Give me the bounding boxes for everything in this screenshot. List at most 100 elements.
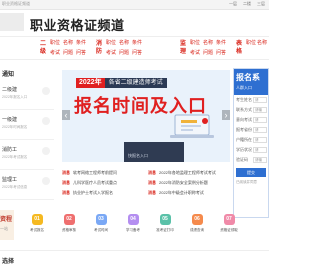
shortcut-admit-card[interactable]: 05 准考证打印 bbox=[153, 214, 177, 242]
news-title: 2022年消防安全案例分析题 bbox=[159, 180, 208, 185]
laptop-illustration-icon bbox=[170, 114, 214, 138]
shortcut-label: 资格审核 bbox=[62, 228, 76, 232]
news-item[interactable]: 消息 执业护士考试入学报名 bbox=[62, 190, 144, 196]
form-label: 报考省份 bbox=[236, 127, 252, 132]
news-item[interactable]: 消息 儿科学医疗人员考试重点 bbox=[62, 180, 144, 186]
news-title: 执业护士考试入学报名 bbox=[73, 190, 113, 195]
site-logo[interactable] bbox=[0, 13, 24, 31]
news-item[interactable]: 消息 2022年消防安全案例分析题 bbox=[148, 180, 230, 186]
signup-form-panel: 报名系 人群入口 考生姓名 请 联系方式 请输 意向考试 请 报考省份 请 户籍… bbox=[233, 68, 269, 218]
news-list: 消息 软考网络工程师考前提问 消息 2022年各地监理工程师考试考试 消息 儿科… bbox=[62, 168, 230, 208]
category-link[interactable]: 名称 bbox=[119, 40, 132, 48]
process-label: 资程 一站 bbox=[0, 210, 14, 240]
name-field[interactable]: 请 bbox=[253, 97, 267, 103]
category-link[interactable]: 名称 bbox=[203, 40, 216, 48]
shortcut-score-query[interactable]: 06 成绩查询 bbox=[185, 214, 209, 242]
bottom-section-heading: 选择 bbox=[2, 259, 15, 265]
news-row: 消息 执业护士考试入学报名 消息 2022年中级会计职称考试 bbox=[62, 188, 230, 198]
banner-footer-bar: 快报名入口 bbox=[124, 142, 184, 162]
shortcut-qualification-review[interactable]: 02 资格审核 bbox=[57, 214, 81, 242]
bottom-section: 选择 bbox=[0, 250, 269, 272]
category-link[interactable]: 问题 bbox=[119, 50, 132, 58]
category-name[interactable]: 监理 bbox=[176, 40, 190, 58]
category-link[interactable]: 考试 bbox=[106, 50, 119, 58]
category-link[interactable]: 条件 bbox=[132, 40, 145, 48]
notice-item[interactable]: 一级建 2022年时间报名 bbox=[0, 110, 54, 140]
banner-next-arrow-icon[interactable]: › bbox=[222, 110, 230, 120]
step-icon: 05 bbox=[159, 214, 171, 225]
notice-title: 一级建 bbox=[2, 117, 18, 123]
category-link[interactable]: 职位 bbox=[50, 40, 63, 48]
form-label: 联系方式 bbox=[236, 107, 252, 112]
form-row: 联系方式 请输 bbox=[234, 105, 268, 115]
category-name[interactable]: 消防 bbox=[92, 40, 106, 58]
notice-item[interactable]: 消防工 2022年考试报名 bbox=[0, 140, 54, 170]
category-name[interactable]: 二级 bbox=[36, 40, 50, 58]
top-bar-left-text: 职业资格证频道 bbox=[2, 1, 30, 6]
shortcut-label: 资格证领取 bbox=[220, 228, 238, 232]
category-link[interactable]: 名称 bbox=[63, 40, 76, 48]
shortcut-label: 考试时间 bbox=[94, 228, 108, 232]
category-link[interactable]: 条件 bbox=[76, 40, 89, 48]
phone-field[interactable]: 请输 bbox=[253, 107, 267, 113]
site-header: 职业资格证频道 bbox=[0, 10, 269, 34]
residence-select[interactable]: 请 bbox=[253, 137, 267, 143]
category-link[interactable]: 职位 bbox=[106, 40, 119, 48]
top-bar-link[interactable]: 二楼 bbox=[243, 1, 251, 7]
news-item[interactable]: 消息 软考网络工程师考前提问 bbox=[62, 170, 144, 176]
category-link[interactable]: 考试 bbox=[190, 50, 203, 58]
category-link[interactable]: 职位 bbox=[246, 40, 257, 58]
shortcut-certificate[interactable]: 07 资格证领取 bbox=[217, 214, 241, 242]
notice-title: 监理工 bbox=[2, 177, 18, 183]
category-nav: 二级 职位 名称 条件 考试 问题 问答 消防 职位 名称 条件 考试 问题 问… bbox=[0, 36, 269, 60]
banner-prev-arrow-icon[interactable]: ‹ bbox=[62, 110, 70, 120]
circle-icon bbox=[42, 117, 50, 125]
category-link[interactable]: 问答 bbox=[76, 50, 89, 58]
news-tag: 消息 bbox=[62, 170, 70, 175]
exam-select[interactable]: 请 bbox=[253, 117, 267, 123]
banner-subtitle: 各省二级建造师考试 bbox=[104, 78, 167, 88]
category-link[interactable]: 条件 bbox=[216, 40, 229, 48]
news-row: 消息 软考网络工程师考前提问 消息 2022年各地监理工程师考试考试 bbox=[62, 168, 230, 178]
notice-item[interactable]: 监理工 2022年考试信息 bbox=[0, 170, 54, 200]
shortcut-label: 成绩查询 bbox=[190, 228, 204, 232]
top-bar-links: 一层 二楼 三层 bbox=[229, 1, 265, 7]
left-notice-panel: 通知 二级建 2022年报名入口 一级建 2022年时间报名 消防工 2022年… bbox=[0, 70, 54, 220]
form-row: 验证码 请输 bbox=[234, 155, 268, 165]
process-shortcuts: 资程 一站 01 考试报名 02 资格审核 03 考试时间 04 学习备考 05… bbox=[0, 210, 269, 246]
category-name[interactable]: 表格 bbox=[232, 40, 246, 58]
province-select[interactable]: 请 bbox=[253, 127, 267, 133]
step-icon: 03 bbox=[95, 214, 107, 225]
submit-button[interactable]: 提交 bbox=[236, 168, 266, 177]
shortcut-exam-signup[interactable]: 01 考试报名 bbox=[25, 214, 49, 242]
form-row: 意向考试 请 bbox=[234, 115, 268, 125]
circle-icon bbox=[42, 87, 50, 95]
category-link[interactable]: 问题 bbox=[203, 50, 216, 58]
banner-tag: 2022年 各省二级建造师考试 bbox=[76, 78, 167, 88]
category-link[interactable]: 考试 bbox=[50, 50, 63, 58]
news-tag: 消息 bbox=[148, 190, 156, 195]
shortcut-study-prep[interactable]: 04 学习备考 bbox=[121, 214, 145, 242]
hero-banner[interactable]: 2022年 各省二级建造师考试 报名时间及入口 快报名入口 ‹ › bbox=[62, 70, 230, 162]
agreement-checkbox[interactable]: 已阅读并同意 bbox=[234, 180, 268, 185]
category-link[interactable]: 问答 bbox=[216, 50, 229, 58]
category-link[interactable]: 名称 bbox=[257, 40, 268, 58]
notice-item[interactable]: 二级建 2022年报名入口 bbox=[0, 80, 54, 110]
form-label: 验证码 bbox=[236, 157, 248, 162]
category-link[interactable]: 问题 bbox=[63, 50, 76, 58]
process-label-text: 资程 bbox=[0, 217, 13, 223]
shortcut-exam-time[interactable]: 03 考试时间 bbox=[89, 214, 113, 242]
step-icon: 02 bbox=[63, 214, 75, 225]
news-item[interactable]: 消息 2022年各地监理工程师考试考试 bbox=[148, 170, 230, 176]
shortcut-label: 考试报名 bbox=[30, 228, 44, 232]
news-item[interactable]: 消息 2022年中级会计职称考试 bbox=[148, 190, 230, 196]
category-link[interactable]: 职位 bbox=[190, 40, 203, 48]
top-bar-link[interactable]: 一层 bbox=[229, 1, 237, 7]
notice-title: 消防工 bbox=[2, 147, 18, 153]
category-link[interactable]: 问答 bbox=[132, 50, 145, 58]
circle-icon bbox=[42, 177, 50, 185]
education-select[interactable]: 请 bbox=[253, 147, 267, 153]
shortcut-label: 准考证打印 bbox=[156, 228, 174, 232]
captcha-field[interactable]: 请输 bbox=[253, 157, 267, 163]
top-bar-link[interactable]: 三层 bbox=[257, 1, 265, 7]
